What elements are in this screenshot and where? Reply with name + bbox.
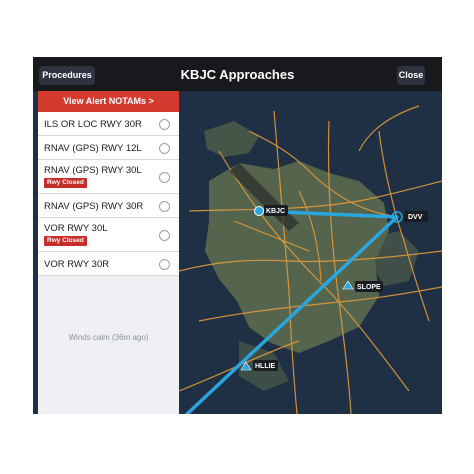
- runway-closed-badge: Rwy Closed: [44, 236, 87, 246]
- radio-button[interactable]: [159, 201, 170, 212]
- close-button[interactable]: Close: [397, 66, 425, 85]
- vor-center-dot: [395, 215, 399, 219]
- approach-row-ils-30r[interactable]: ILS OR LOC RWY 30R: [38, 112, 179, 136]
- page-title: KBJC Approaches: [180, 67, 295, 82]
- approach-map[interactable]: KBJC DVV SLOPE HLLIE DR: [179, 91, 442, 414]
- approach-list-panel: View Alert NOTAMs > ILS OR LOC RWY 30R R…: [38, 91, 179, 414]
- airport-circle-icon[interactable]: [254, 206, 264, 216]
- radio-button[interactable]: [159, 172, 170, 183]
- winds-status: Winds calm (36m ago): [68, 333, 149, 342]
- approach-label: ILS OR LOC RWY 30R: [44, 119, 142, 130]
- approach-label: RNAV (GPS) RWY 12L: [44, 143, 142, 154]
- approach-label: RNAV (GPS) RWY 30R: [44, 201, 144, 212]
- approach-row-vor-30r[interactable]: VOR RWY 30R: [38, 252, 179, 276]
- view-alert-notams-button[interactable]: View Alert NOTAMs >: [38, 91, 179, 112]
- approach-row-rnav-30r[interactable]: RNAV (GPS) RWY 30R: [38, 194, 179, 218]
- radio-button[interactable]: [159, 230, 170, 241]
- approach-label: VOR RWY 30L: [44, 223, 108, 234]
- waypoint-label-dvv: DVV: [408, 214, 423, 221]
- waypoint-label-slope: SLOPE: [357, 284, 381, 291]
- radio-button[interactable]: [159, 119, 170, 130]
- approach-row-vor-30l[interactable]: VOR RWY 30L Rwy Closed: [38, 218, 179, 252]
- navigation-bar: Procedures KBJC Approaches Close: [33, 57, 442, 91]
- runway-closed-badge: Rwy Closed: [44, 178, 87, 188]
- waypoint-label-hllie: HLLIE: [255, 363, 276, 370]
- waypoint-label-kbjc: KBJC: [266, 208, 285, 215]
- approach-label: RNAV (GPS) RWY 30L: [44, 165, 142, 176]
- radio-button[interactable]: [159, 259, 170, 270]
- approach-label: VOR RWY 30R: [44, 259, 110, 270]
- radio-button[interactable]: [159, 143, 170, 154]
- ipad-screen: Procedures KBJC Approaches Close View Al…: [33, 57, 442, 414]
- approach-row-rnav-12l[interactable]: RNAV (GPS) RWY 12L: [38, 136, 179, 160]
- approach-row-rnav-30l[interactable]: RNAV (GPS) RWY 30L Rwy Closed: [38, 160, 179, 194]
